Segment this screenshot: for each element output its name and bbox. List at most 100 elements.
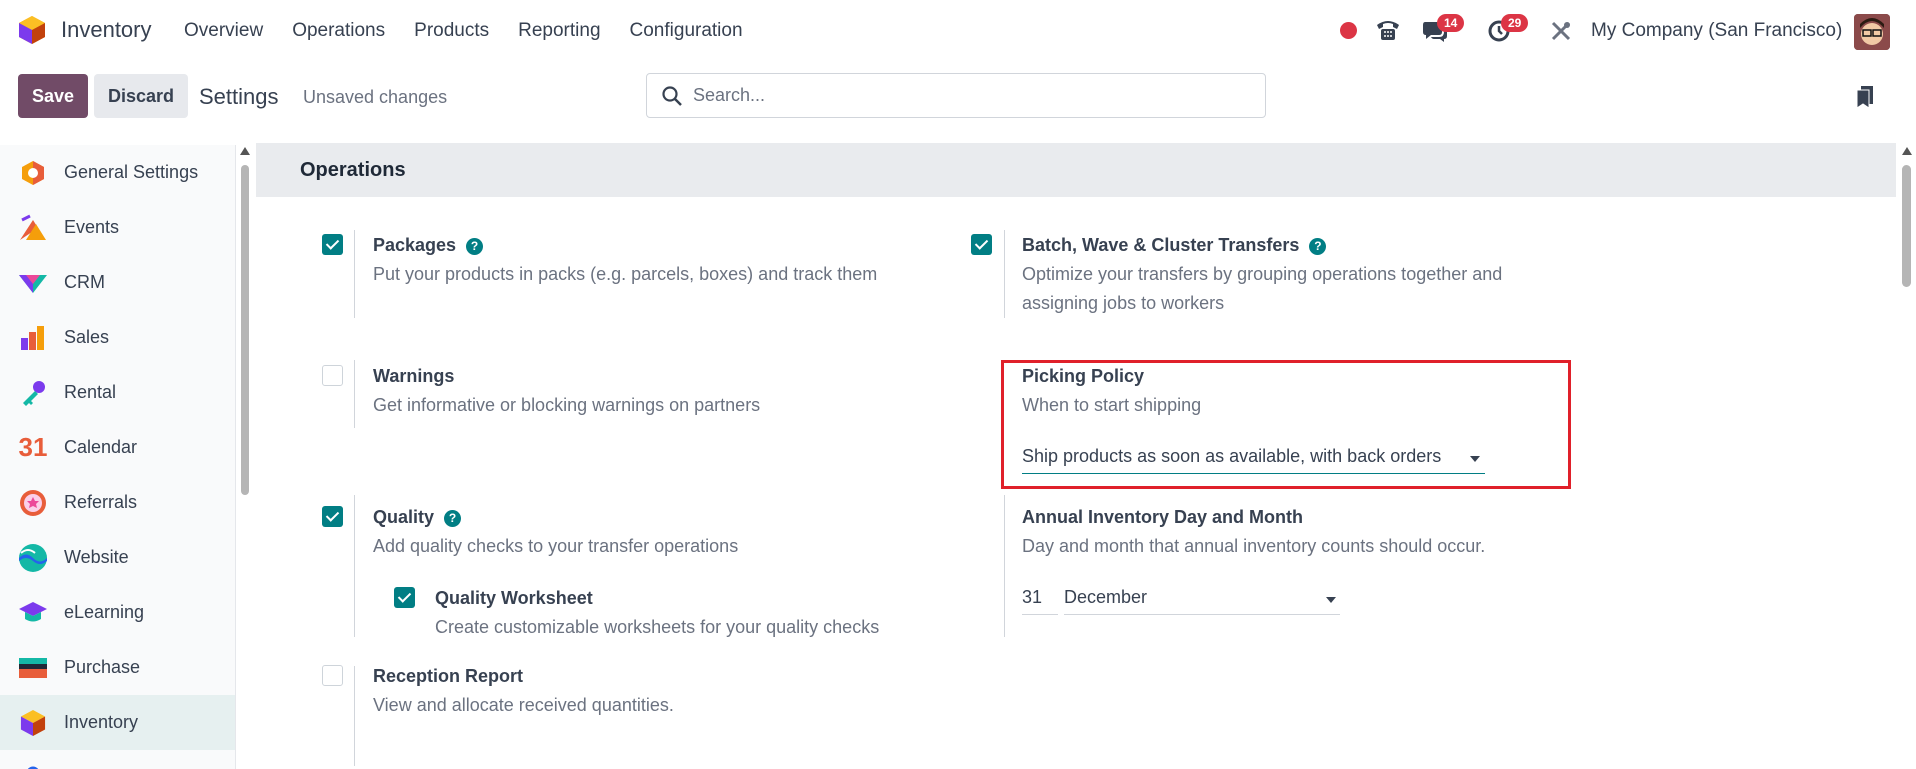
section-title: Operations [300, 158, 406, 181]
menu-operations[interactable]: Operations [292, 20, 385, 42]
quality-worksheet-checkbox[interactable] [394, 587, 415, 608]
batch-transfers-label: Batch, Wave & Cluster Transfers [1022, 235, 1300, 255]
sidebar-item-label: Referrals [64, 492, 138, 512]
activities-badge: 29 [1501, 14, 1529, 32]
packages-label: Packages [373, 235, 457, 255]
menu-overview[interactable]: Overview [184, 20, 263, 42]
sidebar-item-elearning[interactable]: eLearning [0, 585, 235, 640]
sidebar-item-events[interactable]: Events [0, 200, 235, 255]
documentation-icon[interactable] [1857, 86, 1875, 108]
search-bar [646, 73, 1266, 118]
reception-report-description: View and allocate received quantities. [373, 695, 674, 715]
quality-label: Quality [373, 507, 435, 527]
partial-app-icon [18, 763, 48, 769]
sidebar-item-purchase[interactable]: Purchase [0, 640, 235, 695]
main-menu: Overview Operations Products Reporting C… [184, 20, 772, 42]
packages-title: Packages? [373, 235, 484, 256]
sidebar-scroll-thumb[interactable] [241, 165, 249, 495]
quality-title: Quality? [373, 507, 462, 528]
menu-configuration[interactable]: Configuration [630, 20, 743, 42]
website-icon [18, 543, 48, 573]
quality-worksheet-description: Create customizable worksheets for your … [435, 617, 880, 637]
reception-report-title: Reception Report [373, 666, 524, 686]
section-header: Operations [256, 143, 1896, 197]
picking-policy-highlight [1001, 360, 1571, 489]
settings-sidebar: General Settings Events CRM Sales Rental… [0, 145, 236, 769]
sidebar-item-label: Calendar [64, 437, 138, 457]
user-avatar[interactable] [1854, 14, 1890, 50]
events-icon [18, 213, 48, 243]
warnings-description: Get informative or blocking warnings on … [373, 395, 761, 415]
help-icon[interactable]: ? [1309, 238, 1327, 255]
record-icon[interactable] [1340, 22, 1357, 39]
sidebar-item-inventory[interactable]: Inventory [0, 695, 235, 750]
tools-icon[interactable] [1550, 20, 1572, 42]
sidebar-item-crm[interactable]: CRM [0, 255, 235, 310]
quality-worksheet-title: Quality Worksheet [435, 588, 593, 608]
warnings-title: Warnings [373, 366, 455, 386]
reception-report-checkbox[interactable] [322, 665, 343, 686]
sidebar-item-calendar[interactable]: 31 Calendar [0, 420, 235, 475]
sidebar-item-website[interactable]: Website [0, 530, 235, 585]
content-scrollbar[interactable] [1898, 145, 1916, 769]
sidebar-item-rental[interactable]: Rental [0, 365, 235, 420]
save-button[interactable]: Save [18, 74, 88, 118]
chevron-down-icon [1326, 597, 1336, 603]
scroll-up-icon[interactable] [240, 147, 250, 155]
annual-inventory-month-select[interactable]: December [1064, 587, 1340, 615]
sales-icon [18, 323, 48, 353]
phone-icon[interactable] [1375, 18, 1401, 42]
annual-inventory-month-value: December [1064, 587, 1148, 607]
scroll-up-icon[interactable] [1902, 147, 1912, 155]
menu-products[interactable]: Products [414, 20, 489, 42]
sidebar-item-label: General Settings [64, 162, 199, 182]
sidebar-item-label: Purchase [64, 657, 141, 677]
messages-badge: 14 [1437, 14, 1465, 32]
sidebar-item-general-settings[interactable]: General Settings [0, 145, 235, 200]
annual-inventory-day-input[interactable]: 31 [1022, 587, 1058, 615]
sidebar-item-label: Rental [64, 382, 117, 402]
setting-divider [354, 495, 355, 637]
discard-button[interactable]: Discard [94, 74, 188, 118]
sidebar-item-label: Events [64, 217, 120, 237]
quality-checkbox[interactable] [322, 506, 343, 527]
sidebar-item-sales[interactable]: Sales [0, 310, 235, 365]
menu-reporting[interactable]: Reporting [518, 20, 600, 42]
packages-checkbox[interactable] [322, 234, 343, 255]
unsaved-status: Unsaved changes [303, 87, 448, 107]
setting-divider [354, 666, 355, 766]
batch-transfers-title: Batch, Wave & Cluster Transfers? [1022, 235, 1327, 256]
setting-divider [354, 360, 355, 428]
sidebar-item-label: eLearning [64, 602, 145, 622]
packages-description: Put your products in packs (e.g. parcels… [373, 264, 878, 284]
sidebar-item-partial[interactable] [0, 750, 235, 769]
sidebar-scrollbar[interactable] [238, 145, 252, 769]
setting-divider [354, 230, 355, 318]
quality-description: Add quality checks to your transfer oper… [373, 536, 739, 556]
purchase-icon [18, 653, 48, 683]
top-navbar: Inventory Overview Operations Products R… [0, 0, 1916, 62]
general-settings-icon [18, 158, 48, 188]
content-scroll-thumb[interactable] [1902, 165, 1911, 287]
annual-inventory-description: Day and month that annual inventory coun… [1022, 536, 1486, 556]
search-input[interactable] [693, 85, 1233, 106]
inventory-app-icon[interactable] [18, 15, 46, 45]
annual-inventory-day-value: 31 [1022, 587, 1043, 607]
setting-divider [1004, 230, 1005, 318]
warnings-checkbox[interactable] [322, 365, 343, 386]
calendar-icon: 31 [18, 432, 48, 462]
search-icon [662, 85, 682, 106]
help-icon[interactable]: ? [444, 510, 462, 527]
inventory-icon [18, 708, 48, 738]
referrals-icon [18, 488, 48, 518]
batch-transfers-description: Optimize your transfers by grouping oper… [1022, 264, 1503, 313]
sidebar-item-referrals[interactable]: Referrals [0, 475, 235, 530]
sidebar-item-label: Sales [64, 327, 110, 347]
elearning-icon [18, 598, 48, 628]
batch-transfers-checkbox[interactable] [971, 234, 992, 255]
annual-inventory-title: Annual Inventory Day and Month [1022, 507, 1304, 527]
app-name[interactable]: Inventory [61, 17, 152, 43]
rental-icon [18, 378, 48, 408]
help-icon[interactable]: ? [466, 238, 484, 255]
company-switcher[interactable]: My Company (San Francisco) [1591, 20, 1842, 42]
